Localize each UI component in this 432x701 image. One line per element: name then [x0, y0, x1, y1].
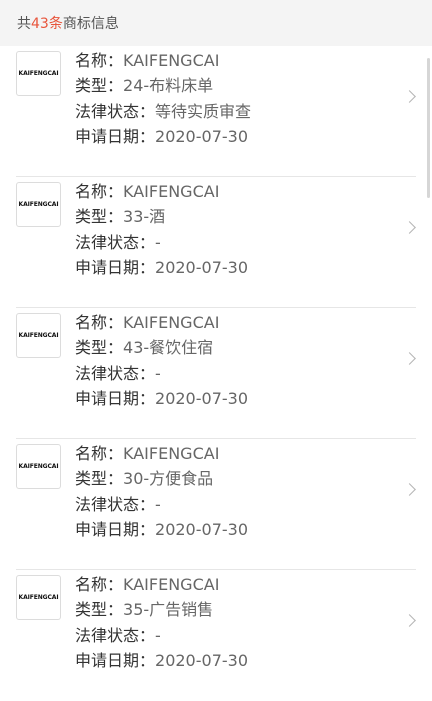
- date-value: 2020-07-30: [155, 388, 248, 408]
- trademark-logo: KAIFENGCAI: [16, 313, 61, 358]
- name-row: 名称：KAIFENGCAI: [75, 179, 248, 204]
- name-value: KAIFENGCAI: [123, 313, 220, 332]
- name-value: KAIFENGCAI: [123, 182, 220, 201]
- date-value: 2020-07-30: [155, 126, 248, 146]
- chevron-right-icon[interactable]: [403, 90, 416, 103]
- name-row: 名称：KAIFENGCAI: [75, 441, 248, 466]
- type-row: 类型：43-餐饮住宿: [75, 335, 248, 360]
- summary-prefix: 共: [17, 16, 31, 32]
- name-label: 名称：: [75, 182, 124, 201]
- chevron-right-icon[interactable]: [403, 614, 416, 627]
- status-row: 法律状态：等待实质审查: [75, 99, 251, 124]
- trademark-logo: KAIFENGCAI: [16, 182, 61, 227]
- type-row: 类型：33-酒: [75, 204, 248, 229]
- type-value: 24-布料床单: [123, 76, 214, 96]
- name-value: KAIFENGCAI: [123, 51, 220, 70]
- logo-text: KAIFENGCAI: [18, 70, 59, 77]
- status-label: 法律状态：: [75, 494, 156, 514]
- trademark-card[interactable]: KAIFENGCAI 名称：KAIFENGCAI 类型：30-方便食品 法律状态…: [0, 439, 432, 570]
- trademark-card[interactable]: KAIFENGCAI 名称：KAIFENGCAI 类型：24-布料床单 法律状态…: [0, 46, 432, 177]
- type-row: 类型：24-布料床单: [75, 73, 251, 98]
- name-value: KAIFENGCAI: [123, 575, 220, 594]
- logo-text: KAIFENGCAI: [18, 594, 59, 601]
- summary-suffix: 商标信息: [62, 16, 119, 32]
- trademark-card[interactable]: KAIFENGCAI 名称：KAIFENGCAI 类型：35-广告销售 法律状态…: [0, 570, 432, 701]
- name-label: 名称：: [75, 575, 124, 594]
- type-row: 类型：35-广告销售: [75, 597, 248, 622]
- name-row: 名称：KAIFENGCAI: [75, 48, 251, 73]
- result-summary: 共 43条 商标信息: [0, 0, 432, 46]
- name-row: 名称：KAIFENGCAI: [75, 572, 248, 597]
- status-value: -: [155, 232, 161, 252]
- result-count: 43条: [31, 16, 63, 32]
- date-label: 申请日期：: [75, 519, 156, 539]
- name-label: 名称：: [75, 51, 124, 70]
- chevron-right-icon[interactable]: [403, 352, 416, 365]
- trademark-card[interactable]: KAIFENGCAI 名称：KAIFENGCAI 类型：33-酒 法律状态：- …: [0, 177, 432, 308]
- status-value: 等待实质审查: [155, 101, 252, 121]
- date-value: 2020-07-30: [155, 650, 248, 670]
- date-label: 申请日期：: [75, 388, 156, 408]
- type-label: 类型：: [75, 338, 124, 358]
- logo-text: KAIFENGCAI: [18, 201, 59, 208]
- status-row: 法律状态：-: [75, 230, 248, 255]
- status-row: 法律状态：-: [75, 623, 248, 648]
- status-row: 法律状态：-: [75, 492, 248, 517]
- date-label: 申请日期：: [75, 126, 156, 146]
- type-value: 43-餐饮住宿: [123, 338, 214, 358]
- trademark-logo: KAIFENGCAI: [16, 51, 61, 96]
- name-label: 名称：: [75, 444, 124, 463]
- type-value: 33-酒: [123, 207, 166, 227]
- name-value: KAIFENGCAI: [123, 444, 220, 463]
- status-label: 法律状态：: [75, 363, 156, 383]
- type-label: 类型：: [75, 207, 124, 227]
- trademark-logo: KAIFENGCAI: [16, 444, 61, 489]
- date-row: 申请日期：2020-07-30: [75, 124, 251, 149]
- status-value: -: [155, 494, 161, 514]
- date-label: 申请日期：: [75, 257, 156, 277]
- type-value: 30-方便食品: [123, 469, 214, 489]
- type-value: 35-广告销售: [123, 600, 214, 620]
- date-value: 2020-07-30: [155, 257, 248, 277]
- status-label: 法律状态：: [75, 101, 156, 121]
- type-label: 类型：: [75, 600, 124, 620]
- status-label: 法律状态：: [75, 625, 156, 645]
- date-label: 申请日期：: [75, 650, 156, 670]
- date-row: 申请日期：2020-07-30: [75, 648, 248, 673]
- trademark-card[interactable]: KAIFENGCAI 名称：KAIFENGCAI 类型：43-餐饮住宿 法律状态…: [0, 308, 432, 439]
- date-row: 申请日期：2020-07-30: [75, 517, 248, 542]
- trademark-logo: KAIFENGCAI: [16, 575, 61, 620]
- type-label: 类型：: [75, 76, 124, 96]
- chevron-right-icon[interactable]: [403, 221, 416, 234]
- scrollbar[interactable]: [427, 58, 430, 198]
- date-row: 申请日期：2020-07-30: [75, 255, 248, 280]
- status-label: 法律状态：: [75, 232, 156, 252]
- type-label: 类型：: [75, 469, 124, 489]
- name-row: 名称：KAIFENGCAI: [75, 310, 248, 335]
- name-label: 名称：: [75, 313, 124, 332]
- status-value: -: [155, 625, 161, 645]
- logo-text: KAIFENGCAI: [18, 332, 59, 339]
- trademark-list: KAIFENGCAI 名称：KAIFENGCAI 类型：24-布料床单 法律状态…: [0, 46, 432, 701]
- date-value: 2020-07-30: [155, 519, 248, 539]
- logo-text: KAIFENGCAI: [18, 463, 59, 470]
- date-row: 申请日期：2020-07-30: [75, 386, 248, 411]
- chevron-right-icon[interactable]: [403, 483, 416, 496]
- status-row: 法律状态：-: [75, 361, 248, 386]
- type-row: 类型：30-方便食品: [75, 466, 248, 491]
- status-value: -: [155, 363, 161, 383]
